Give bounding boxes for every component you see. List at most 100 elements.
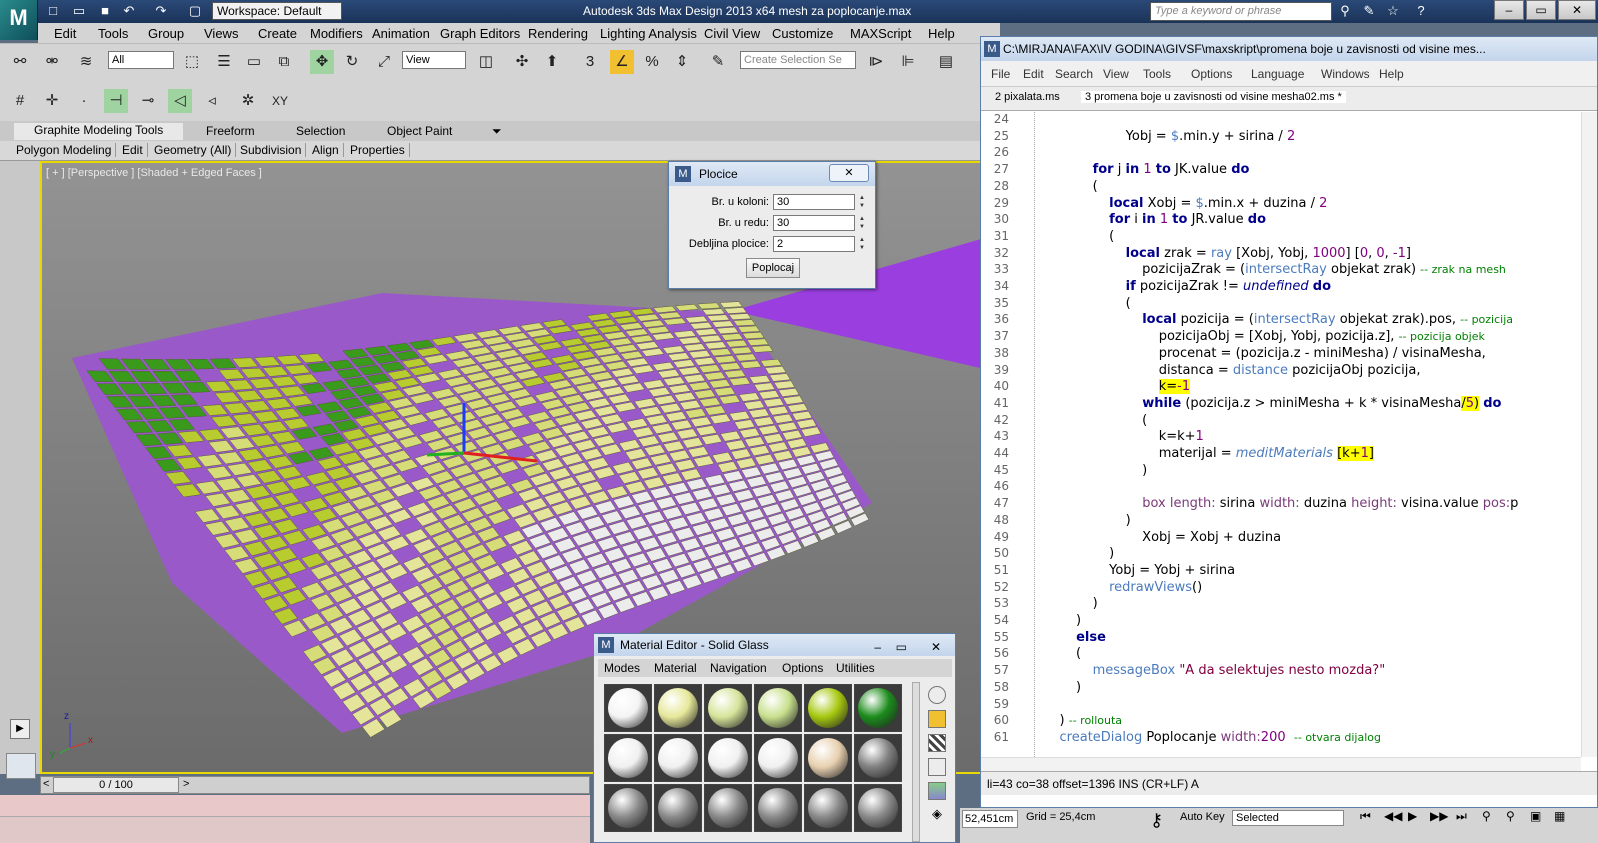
tab-selection[interactable]: Selection: [296, 124, 345, 138]
material-slot[interactable]: [604, 684, 652, 732]
menu-help[interactable]: Help: [928, 26, 955, 41]
code-line[interactable]: 52 redrawViews(): [981, 580, 1581, 597]
code-area[interactable]: 24 25 Yobj = $.min.y + sirina / 2 26 27 for…: [981, 112, 1581, 757]
code-text[interactable]: procenat = (pozicija.z - miniMesha) / vi…: [1043, 346, 1486, 361]
go-to-end-icon[interactable]: ⏭: [1456, 809, 1467, 824]
code-line[interactable]: 25 Yobj = $.min.y + sirina / 2: [981, 129, 1581, 146]
move-icon[interactable]: ✥: [310, 50, 334, 74]
code-text[interactable]: distanca = distance pozicijaObj pozicija…: [1043, 363, 1421, 378]
subtab-align[interactable]: Align: [308, 143, 344, 157]
poplocaj-button[interactable]: Poplocaj: [746, 258, 800, 278]
code-line[interactable]: 27 for j in 1 to JK.value do: [981, 162, 1581, 179]
code-text[interactable]: k=k+1: [1043, 429, 1204, 444]
reference-coordinate-dropdown[interactable]: View: [402, 51, 466, 69]
subtab-edit[interactable]: Edit: [118, 143, 148, 157]
spinner-snap-icon[interactable]: ⇕: [670, 50, 694, 74]
menu-edit[interactable]: Edit: [1023, 67, 1044, 81]
code-text[interactable]: (: [1043, 296, 1131, 311]
menu-utilities[interactable]: Utilities: [836, 661, 875, 675]
material-slot[interactable]: [704, 734, 752, 782]
layer-manager-icon[interactable]: ▤: [934, 50, 958, 74]
maximize-button[interactable]: ▭: [1526, 0, 1556, 20]
key-filter-dropdown[interactable]: Selected: [1232, 810, 1344, 826]
play-icon[interactable]: ▶: [1408, 809, 1417, 823]
code-text[interactable]: Yobj = Yobj + sirina: [1043, 563, 1235, 578]
editor-vertical-scrollbar[interactable]: [1581, 112, 1597, 757]
debljina-plocice-value[interactable]: 2: [777, 238, 783, 250]
edge-snap-icon[interactable]: ◁: [168, 89, 192, 113]
tab-pixalata[interactable]: 2 pixalata.ms: [995, 91, 1060, 103]
maxscript-listener-bar[interactable]: [0, 795, 590, 817]
previous-frame-icon[interactable]: ◀◀: [1384, 809, 1402, 823]
editor-horizontal-scrollbar[interactable]: [981, 757, 1581, 771]
spinner-arrows-icon[interactable]: ▲ ▼: [856, 236, 868, 252]
menu-modifiers[interactable]: Modifiers: [310, 26, 363, 41]
material-slot[interactable]: [804, 734, 852, 782]
align-icon[interactable]: ⊫: [896, 50, 920, 74]
code-line[interactable]: 48 ): [981, 513, 1581, 530]
subtab-properties[interactable]: Properties: [346, 143, 410, 157]
material-slot[interactable]: [704, 684, 752, 732]
code-line[interactable]: 26: [981, 145, 1581, 162]
material-slot[interactable]: [604, 734, 652, 782]
material-slot[interactable]: [654, 734, 702, 782]
material-slot[interactable]: [854, 684, 902, 732]
background-icon[interactable]: [928, 734, 946, 752]
menu-view[interactable]: View: [1103, 67, 1129, 81]
maximize-icon[interactable]: ▭: [896, 636, 907, 658]
code-text[interactable]: (: [1043, 179, 1098, 194]
code-line[interactable]: 28 (: [981, 179, 1581, 196]
material-slot[interactable]: [754, 684, 802, 732]
sample-uv-tiling-icon[interactable]: [928, 758, 946, 776]
select-object-icon[interactable]: ⬚: [180, 50, 204, 74]
star-icon[interactable]: ☆: [1384, 3, 1402, 19]
code-line[interactable]: 53 ): [981, 596, 1581, 613]
menu-help[interactable]: Help: [1379, 67, 1404, 81]
binoculars-icon[interactable]: ⚲: [1336, 3, 1354, 19]
code-line[interactable]: 58 ): [981, 680, 1581, 697]
hold-icon[interactable]: ▢: [186, 3, 204, 19]
code-text[interactable]: redrawViews(): [1043, 580, 1202, 595]
keyboard-shortcut-icon[interactable]: ⬆: [540, 50, 564, 74]
tab-freeform[interactable]: Freeform: [206, 124, 255, 138]
select-by-name-icon[interactable]: ☰: [212, 50, 236, 74]
app-logo-icon[interactable]: M: [0, 0, 38, 40]
named-selection-dropdown[interactable]: Create Selection Se: [740, 51, 856, 69]
code-text[interactable]: materijal = meditMaterials [k+1]: [1043, 446, 1374, 461]
code-line[interactable]: 57 messageBox "A da selektujes nesto moz…: [981, 663, 1581, 680]
code-text[interactable]: (: [1043, 229, 1114, 244]
menu-file[interactable]: File: [991, 67, 1010, 81]
open-file-icon[interactable]: ▭: [70, 3, 88, 19]
window-crossing-icon[interactable]: ⧉: [272, 50, 296, 74]
code-text[interactable]: local zrak = ray [Xobj, Yobj, 1000] [0, …: [1043, 246, 1411, 261]
key-icon[interactable]: ⚷: [1150, 810, 1163, 831]
code-line[interactable]: 33 pozicijaZrak = (intersectRay objekat …: [981, 262, 1581, 279]
slots-scrollbar[interactable]: [912, 682, 920, 842]
scale-icon[interactable]: ⤢: [372, 50, 396, 74]
code-text[interactable]: ): [1043, 680, 1081, 695]
pivot-center-icon[interactable]: ◫: [474, 50, 498, 74]
code-line[interactable]: 34 if pozicijaZrak != undefined do: [981, 279, 1581, 296]
code-line[interactable]: 45 ): [981, 463, 1581, 480]
code-text[interactable]: messageBox "A da selektujes nesto mozda?…: [1043, 663, 1386, 678]
timeline-next-button[interactable]: >: [183, 778, 189, 790]
zoom-extents-all-icon[interactable]: ▦: [1554, 809, 1565, 823]
grid-points-snap-icon[interactable]: #: [8, 89, 32, 113]
tab-promena-boje[interactable]: 3 promena boje u zavisnosti od visine me…: [1081, 91, 1346, 103]
coordinate-field[interactable]: 52,451cm: [962, 810, 1018, 828]
code-line[interactable]: 35 (: [981, 296, 1581, 313]
code-line[interactable]: 32 local zrak = ray [Xobj, Yobj, 1000] […: [981, 246, 1581, 263]
br-u-koloni-value[interactable]: 30: [777, 196, 789, 208]
menu-modes[interactable]: Modes: [604, 661, 640, 675]
code-line[interactable]: 31 (: [981, 229, 1581, 246]
mini-listener-icon[interactable]: [6, 753, 36, 779]
code-text[interactable]: ): [1043, 513, 1131, 528]
code-text[interactable]: local pozicija = (intersectRay objekat z…: [1043, 312, 1513, 327]
menu-options[interactable]: Options: [1191, 67, 1232, 81]
rectangular-selection-icon[interactable]: ▭: [242, 50, 266, 74]
code-line[interactable]: 40 k=-1: [981, 379, 1581, 396]
fold-margin[interactable]: [1023, 112, 1035, 757]
edit-named-selection-icon[interactable]: ✎: [706, 50, 730, 74]
tab-graphite-modeling-tools[interactable]: Graphite Modeling Tools: [14, 123, 184, 140]
link-icon[interactable]: ⚯: [8, 50, 32, 74]
